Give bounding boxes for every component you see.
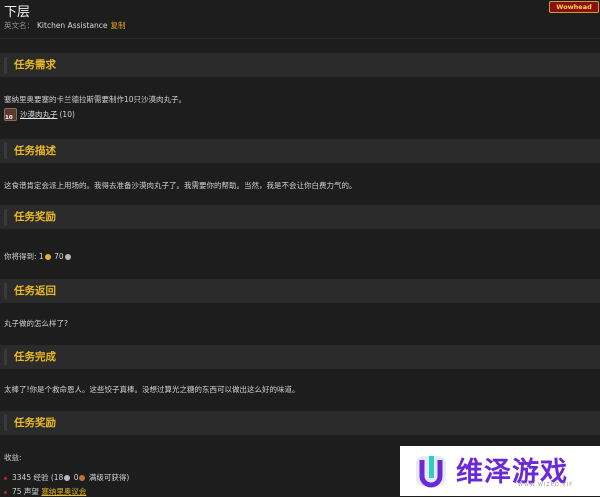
section-title: 任务描述 xyxy=(14,145,56,157)
silver-coin-icon xyxy=(64,254,71,260)
section-header-rewards: 任务奖励 xyxy=(0,205,600,229)
item-link[interactable]: 沙漠肉丸子 xyxy=(20,110,58,119)
watermark-url: WWW.WIZED.VIP xyxy=(518,482,574,488)
watermark: 维泽游戏 WWW.WIZED.VIP xyxy=(400,446,600,496)
reputation-reward: 75 声望 塞纳里奥议会 xyxy=(4,486,86,497)
section-title: 任务返回 xyxy=(14,285,56,297)
completion-text: 太棒了!你是个救命恩人。这些饺子真棒。没想过算光之糖的东西可以做出这么好的味道。 xyxy=(4,385,300,394)
section-title: 任务奖励 xyxy=(14,211,56,223)
wowhead-badge[interactable]: Wowhead xyxy=(549,1,599,13)
rep-amount: 75 声望 xyxy=(12,487,39,496)
rewards-prefix: 你将得到: xyxy=(4,252,39,261)
description-text: 这食谱肯定会派上用场的。我得去准备沙漠肉丸子了。我需要你的帮助。当然，我是不会让… xyxy=(4,181,357,190)
section-header-description: 任务描述 xyxy=(0,139,600,163)
header-accent-bar xyxy=(4,57,7,73)
section-header-gains: 任务奖励 xyxy=(0,411,600,435)
section-title: 任务完成 xyxy=(14,351,56,363)
header-accent-bar xyxy=(4,283,7,299)
faction-link[interactable]: 塞纳里奥议会 xyxy=(41,487,86,496)
header-accent-bar xyxy=(4,415,7,431)
xp-text: 3345 经验 (18 xyxy=(12,473,64,482)
english-name-row: 英文名： Kitchen Assistance 复制 xyxy=(4,20,126,31)
english-name-value: Kitchen Assistance xyxy=(37,21,108,30)
xp-copper: 0 xyxy=(71,473,79,482)
header-accent-bar xyxy=(4,209,7,225)
english-name-label: 英文名： xyxy=(4,21,34,30)
xp-suffix: 满级可获得) xyxy=(86,473,130,482)
xp-reward: 3345 经验 (18 0 满级可获得) xyxy=(4,472,129,483)
requirements-text: 塞纳里奥要塞的卡兰德拉斯需要制作10只沙漠肉丸子。 xyxy=(4,95,187,104)
watermark-logo-icon xyxy=(416,456,446,488)
copper-coin-icon xyxy=(79,475,86,481)
header-accent-bar xyxy=(4,143,7,159)
copy-link[interactable]: 复制 xyxy=(111,21,126,30)
silver-coin-icon xyxy=(64,475,71,481)
progress-text: 丸子做的怎么样了? xyxy=(4,319,68,328)
header-accent-bar xyxy=(4,349,7,365)
section-title: 任务需求 xyxy=(14,59,56,71)
divider xyxy=(0,38,600,39)
gold-coin-icon xyxy=(44,254,51,260)
required-item[interactable]: 10 沙漠肉丸子 (10) xyxy=(4,108,75,121)
page-title: 下层 xyxy=(4,5,31,20)
bullet-icon xyxy=(4,490,7,494)
section-header-requirements: 任务需求 xyxy=(0,53,600,77)
rewards-text: 你将得到: 1 70 xyxy=(4,251,72,262)
gains-label: 收益: xyxy=(4,453,22,462)
item-icon-count: 10 xyxy=(5,115,13,121)
silver-amount: 70 xyxy=(54,252,64,261)
item-quantity: (10) xyxy=(59,109,75,119)
meatball-item-icon[interactable]: 10 xyxy=(4,108,17,121)
bullet-icon xyxy=(4,476,7,480)
section-header-completion: 任务完成 xyxy=(0,345,600,369)
gold-amount: 1 xyxy=(38,252,44,261)
section-title: 任务奖励 xyxy=(14,417,56,429)
section-header-progress: 任务返回 xyxy=(0,279,600,303)
